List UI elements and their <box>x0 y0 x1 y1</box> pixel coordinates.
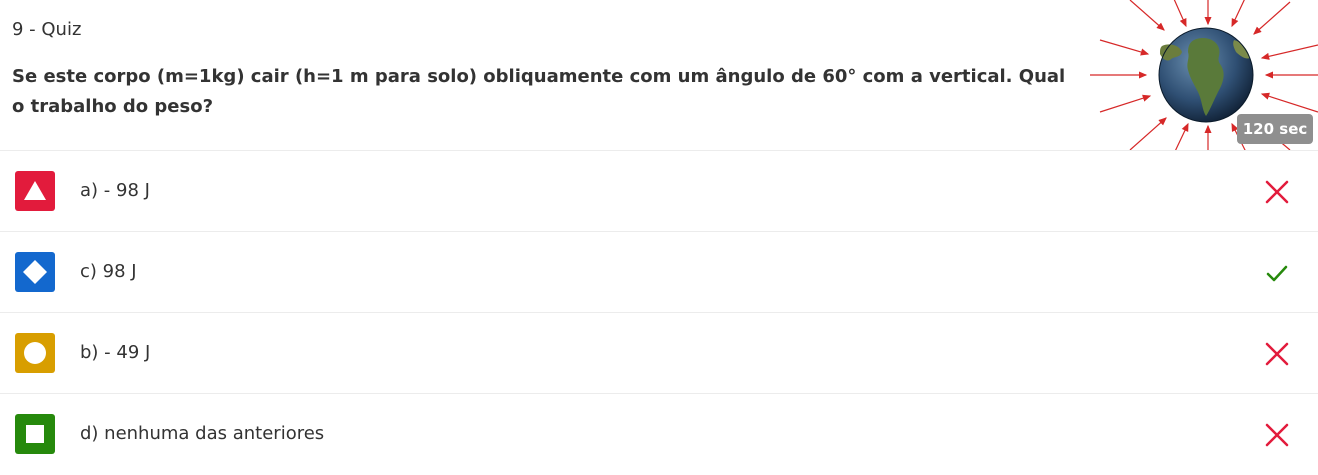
timer-badge: 120 sec <box>1237 114 1313 144</box>
circle-icon <box>15 333 55 373</box>
correct-check-icon <box>1262 258 1292 288</box>
incorrect-x-icon <box>1262 420 1292 450</box>
answer-label: c) 98 J <box>80 261 137 282</box>
answer-label: d) nenhuma das anteriores <box>80 423 325 444</box>
quiz-label: 9 - Quiz <box>12 19 82 40</box>
answer-option-b[interactable]: b) - 49 J <box>0 313 1318 394</box>
triangle-icon <box>15 171 55 211</box>
incorrect-x-icon <box>1262 339 1292 369</box>
answer-label: a) - 98 J <box>80 180 150 201</box>
question-header: 9 - Quiz Se este corpo (m=1kg) cair (h=1… <box>0 0 1318 151</box>
diamond-icon <box>15 252 55 292</box>
question-text: Se este corpo (m=1kg) cair (h=1 m para s… <box>12 66 1066 117</box>
square-icon <box>15 414 55 454</box>
answer-option-d[interactable]: d) nenhuma das anteriores <box>0 394 1318 475</box>
answer-label: b) - 49 J <box>80 342 151 363</box>
answer-option-a[interactable]: a) - 98 J <box>0 151 1318 232</box>
answer-option-c[interactable]: c) 98 J <box>0 232 1318 313</box>
incorrect-x-icon <box>1262 177 1292 207</box>
